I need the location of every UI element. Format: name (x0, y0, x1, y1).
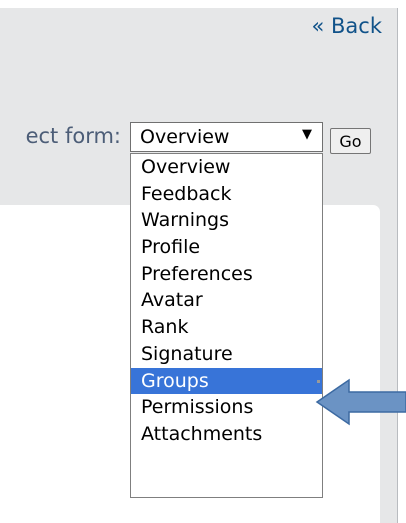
select-form-label: ect form: (25, 124, 121, 148)
option-overview[interactable]: Overview (131, 154, 322, 181)
back-link[interactable]: « Back (311, 14, 382, 38)
option-attachments[interactable]: Attachments (131, 421, 322, 448)
form-dropdown-list[interactable]: Overview Feedback Warnings Profile Prefe… (130, 153, 323, 498)
go-button[interactable]: Go (330, 128, 371, 154)
option-avatar[interactable]: Avatar (131, 287, 322, 314)
option-profile[interactable]: Profile (131, 234, 322, 261)
window-right-border (397, 8, 398, 523)
window-right-edge (398, 0, 406, 523)
option-signature[interactable]: Signature (131, 341, 322, 368)
option-feedback[interactable]: Feedback (131, 181, 322, 208)
option-warnings[interactable]: Warnings (131, 207, 322, 234)
form-select-value: Overview (140, 126, 230, 148)
form-select[interactable]: Overview ▼ (130, 122, 323, 152)
option-preferences[interactable]: Preferences (131, 261, 322, 288)
left-arrow-callout-icon (315, 378, 406, 426)
option-permissions[interactable]: Permissions (131, 394, 322, 421)
chevron-down-icon: ▼ (302, 127, 312, 142)
option-groups[interactable]: Groups (131, 367, 322, 395)
window-top-edge (0, 0, 406, 8)
option-rank[interactable]: Rank (131, 314, 322, 341)
